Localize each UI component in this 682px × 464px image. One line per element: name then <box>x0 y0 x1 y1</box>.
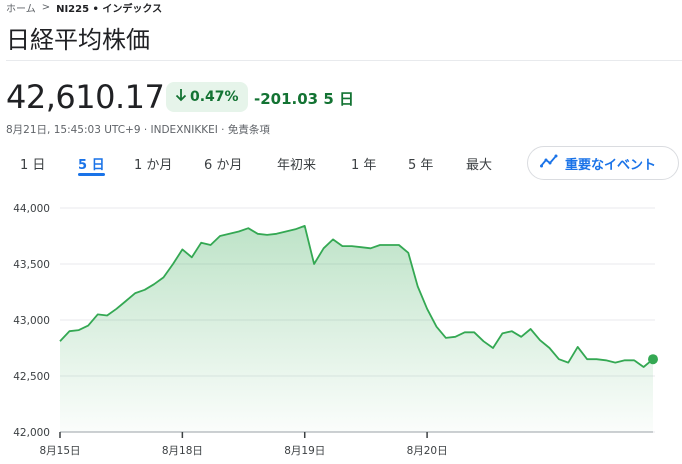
chevron-right-icon: > <box>41 2 51 13</box>
trend-events-icon <box>540 154 558 172</box>
change-percent-badge: 0.47% <box>166 82 248 112</box>
last-price-point <box>648 354 658 365</box>
breadcrumb-current: NI225 • インデックス <box>56 4 163 15</box>
tab-ytd[interactable]: 年初来 <box>277 146 316 180</box>
x-tick-label: 8月15日 <box>39 445 80 457</box>
quote-meta: 8月21日, 15:45:03 UTC+9 · INDEXNIKKEI · 免責… <box>6 124 270 136</box>
change-absolute: -201.03 5 日 <box>254 90 354 108</box>
price-chart[interactable]: 42,000 42,500 43,000 43,500 44,000 8月15日 8月18… <box>0 196 682 464</box>
breadcrumb-home[interactable]: ホーム <box>6 0 36 15</box>
y-tick-label: 42,500 <box>13 371 50 383</box>
divider <box>6 60 682 61</box>
current-price: 42,610.17 <box>6 78 165 116</box>
tab-6m[interactable]: 6 か月 <box>204 146 242 180</box>
breadcrumb: ホーム > NI225 • インデックス <box>6 0 162 15</box>
arrow-down-icon <box>175 88 187 106</box>
tab-1m[interactable]: 1 か月 <box>134 146 172 180</box>
x-tick-label: 8月19日 <box>284 445 325 457</box>
tab-1y[interactable]: 1 年 <box>351 146 376 180</box>
key-events-button[interactable]: 重要なイベント <box>527 146 679 180</box>
tab-5d[interactable]: 5 日 <box>78 146 105 180</box>
tab-1d[interactable]: 1 日 <box>20 146 45 180</box>
y-tick-label: 43,500 <box>13 259 50 271</box>
key-events-label: 重要なイベント <box>565 157 657 173</box>
y-axis: 42,000 42,500 43,000 43,500 44,000 <box>13 203 50 439</box>
page-title: 日経平均株価 <box>6 26 150 54</box>
y-tick-label: 42,000 <box>13 427 50 439</box>
change-percent: 0.47% <box>190 89 239 105</box>
x-axis: 8月15日 8月18日 8月19日 8月20日 <box>39 432 448 457</box>
y-tick-label: 43,000 <box>13 315 50 327</box>
tab-5y[interactable]: 5 年 <box>408 146 433 180</box>
x-tick-label: 8月18日 <box>162 445 203 457</box>
x-tick-label: 8月20日 <box>407 445 448 457</box>
price-area <box>60 225 653 432</box>
tab-max[interactable]: 最大 <box>466 146 492 180</box>
y-tick-label: 44,000 <box>13 203 50 215</box>
